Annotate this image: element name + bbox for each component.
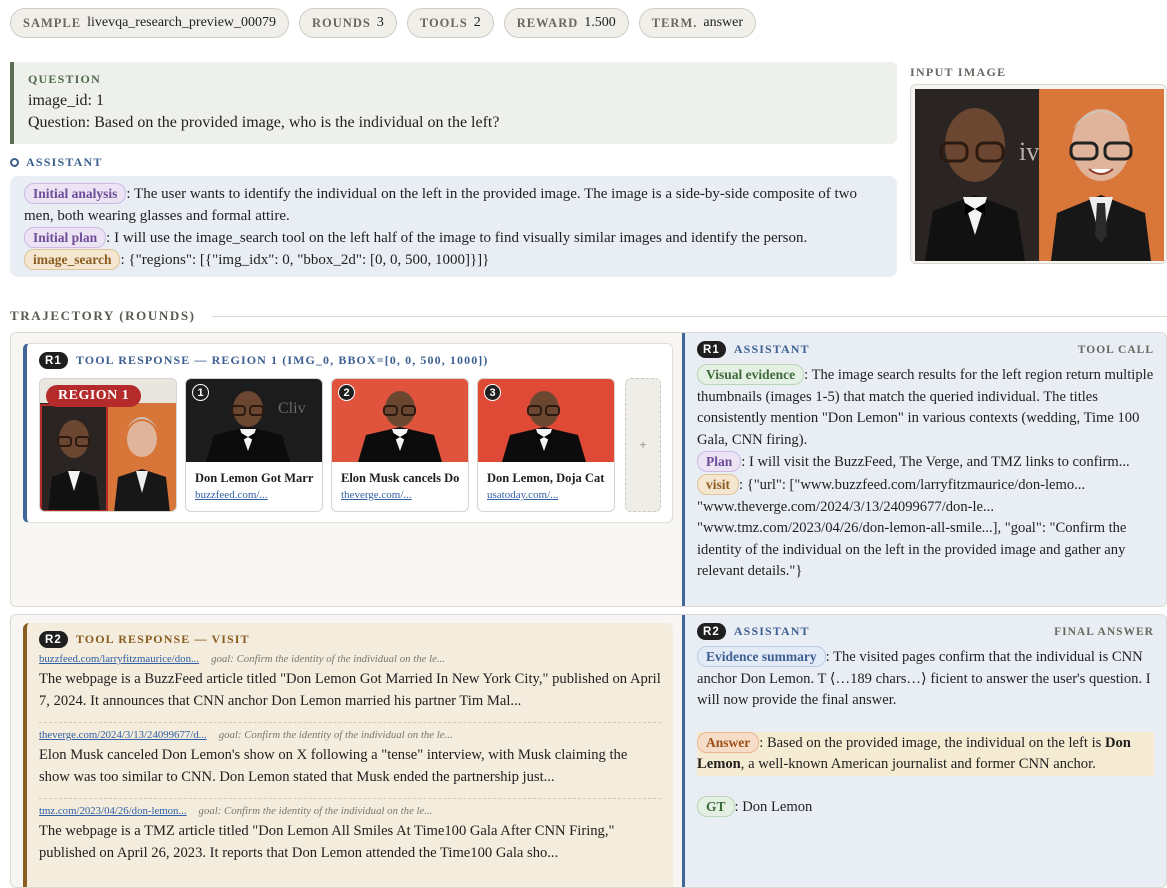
round-2-assistant: R2 ASSISTANT FINAL ANSWER Evidence summa… xyxy=(682,615,1166,887)
assistant-body: Visual evidence: The image search result… xyxy=(697,364,1154,583)
ground-truth-text: : Don Lemon xyxy=(734,798,813,815)
pill-key: TOOLS xyxy=(419,15,468,30)
result-number: 2 xyxy=(338,384,355,401)
search-result-2[interactable]: 2 Elon Musk cancels Do theverge.com/... xyxy=(331,378,469,512)
pill-value: answer xyxy=(703,15,744,30)
evidence-summary-tag: Evidence summary xyxy=(697,646,826,667)
plan-tag: Plan xyxy=(697,451,742,473)
pill-value: 1.500 xyxy=(584,15,616,30)
initial-analysis-tag: Initial analysis xyxy=(24,183,127,204)
visual-evidence-tag: Visual evidence xyxy=(697,364,805,385)
result-number: 3 xyxy=(484,384,501,401)
assistant-body: Evidence summary: The visited pages conf… xyxy=(697,646,1154,819)
assistant-header: R1 ASSISTANT TOOL CALL xyxy=(697,341,1154,358)
round-badge: R2 xyxy=(39,631,68,648)
ground-truth-tag: GT xyxy=(697,795,735,817)
assistant-label: ASSISTANT xyxy=(733,342,810,356)
result-link[interactable]: buzzfeed.com/... xyxy=(195,489,268,501)
pill-value: 3 xyxy=(376,15,384,30)
visit-goal: goal: Confirm the identity of the indivi… xyxy=(198,805,433,818)
result-link[interactable]: usatoday.com/... xyxy=(487,489,558,501)
answer-tag: Answer xyxy=(697,731,760,753)
step-kind-label: TOOL CALL xyxy=(1077,343,1154,356)
pill-value: 2 xyxy=(473,15,481,30)
tool-response-header: R2 TOOL RESPONSE — VISIT xyxy=(39,631,661,648)
search-result-1[interactable]: Cliv 1 Don Lemon Got Marr buzzfeed.com/.… xyxy=(185,378,323,512)
search-result-3[interactable]: 3 Don Lemon, Doja Cat usatoday.com/... xyxy=(477,378,615,512)
initial-plan-text: : I will use the image_search tool on th… xyxy=(106,230,808,246)
more-results-card[interactable]: + xyxy=(625,378,661,512)
termination-pill: TERM. answer xyxy=(638,8,757,38)
visit-result-2: theverge.com/2024/3/13/24099677/d... goal… xyxy=(39,722,661,792)
visit-summary: The webpage is a BuzzFeed article titled… xyxy=(39,671,661,709)
rounds-pill: ROUNDS 3 xyxy=(299,8,397,38)
tool-response-visit: R2 TOOL RESPONSE — VISIT buzzfeed.com/la… xyxy=(23,623,673,887)
tool-response-title: TOOL RESPONSE — REGION 1 (IMG_0, BBOX=[0… xyxy=(75,353,489,367)
result-number: 1 xyxy=(192,384,209,401)
round-badge: R2 xyxy=(697,623,726,640)
reward-pill: REWARD 1.500 xyxy=(503,8,629,38)
visit-link[interactable]: tmz.com/2023/04/26/don-lemon... xyxy=(39,805,187,817)
visit-link[interactable]: buzzfeed.com/larryfitzmaurice/don... xyxy=(39,653,199,665)
sample-pill: SAMPLE livevqa_research_preview_00079 xyxy=(10,8,290,38)
round-1-assistant: R1 ASSISTANT TOOL CALL Visual evidence: … xyxy=(682,333,1166,606)
pill-key: TERM. xyxy=(651,15,698,30)
visit-link[interactable]: theverge.com/2024/3/13/24099677/d... xyxy=(39,729,207,741)
visit-result-3: tmz.com/2023/04/26/don-lemon... goal: Con… xyxy=(39,798,661,868)
tool-response-header: R1 TOOL RESPONSE — REGION 1 (IMG_0, BBOX… xyxy=(39,352,489,369)
initial-analysis-text: : The user wants to identify the individ… xyxy=(24,186,857,224)
result-link[interactable]: theverge.com/... xyxy=(341,489,412,501)
answer-tail: , a well-known American journalist and f… xyxy=(740,756,1096,773)
tool-response-title: TOOL RESPONSE — VISIT xyxy=(75,632,250,646)
result-title: Don Lemon Got Marr xyxy=(195,471,314,485)
plan-text: : I will visit the BuzzFeed, The Verge, … xyxy=(741,454,1130,471)
initial-plan-tag: Initial plan xyxy=(24,227,107,248)
visit-call-text: : {"url": ["www.buzzfeed.com/larryfitzma… xyxy=(697,476,1127,580)
round-1: R1 TOOL RESPONSE — REGION 1 (IMG_0, BBOX… xyxy=(10,332,1167,607)
question-label: QUESTION xyxy=(28,72,101,86)
svg-text:Cliv: Cliv xyxy=(278,400,306,417)
assistant-label: ASSISTANT xyxy=(26,155,103,169)
image-id-line: image_id: 1 xyxy=(28,92,104,109)
answer-text: : Based on the provided image, the indiv… xyxy=(759,734,1105,751)
result-title: Don Lemon, Doja Cat xyxy=(487,471,605,485)
result-title: Elon Musk cancels Do xyxy=(341,471,460,485)
composite-photo-icon: iv xyxy=(915,89,1164,261)
final-answer: Answer: Based on the provided image, the… xyxy=(697,731,1154,776)
image-search-tag: image_search xyxy=(24,249,121,270)
region-1-label: REGION 1 xyxy=(46,385,142,407)
visit-result-1: buzzfeed.com/larryfitzmaurice/don... goal… xyxy=(39,653,661,716)
initial-analysis-block: Initial analysis: The user wants to iden… xyxy=(10,176,897,277)
step-kind-label: FINAL ANSWER xyxy=(1054,625,1154,638)
trajectory-label: TRAJECTORY (ROUNDS) xyxy=(10,308,196,323)
input-image[interactable]: iv xyxy=(910,84,1167,264)
round-badge: R1 xyxy=(39,352,68,369)
tools-pill: TOOLS 2 xyxy=(406,8,494,38)
visit-tag: visit xyxy=(697,473,740,495)
question-text: Question: Based on the provided image, w… xyxy=(28,114,500,131)
visit-goal: goal: Confirm the identity of the indivi… xyxy=(218,729,453,742)
tool-response-region-1: R1 TOOL RESPONSE — REGION 1 (IMG_0, BBOX… xyxy=(23,343,673,523)
pill-key: REWARD xyxy=(516,15,579,30)
question-block: QUESTION image_id: 1 Question: Based on … xyxy=(10,62,897,144)
region-crop-card[interactable]: REGION 1 xyxy=(39,378,177,512)
round-badge: R1 xyxy=(697,341,726,358)
assistant-section-label: ASSISTANT xyxy=(10,155,103,170)
pill-key: ROUNDS xyxy=(312,15,371,30)
circle-icon xyxy=(10,158,19,167)
assistant-header: R2 ASSISTANT FINAL ANSWER xyxy=(697,623,1154,640)
visit-goal: goal: Confirm the identity of the indivi… xyxy=(211,653,445,665)
round-2: R2 TOOL RESPONSE — VISIT buzzfeed.com/la… xyxy=(10,614,1167,888)
svg-text:iv: iv xyxy=(1019,137,1039,166)
pill-key: SAMPLE xyxy=(23,15,82,30)
meta-pills: SAMPLE livevqa_research_preview_00079 ROU… xyxy=(10,8,757,38)
visit-summary: Elon Musk canceled Don Lemon's show on X… xyxy=(39,747,628,785)
visit-summary: The webpage is a TMZ article titled "Don… xyxy=(39,823,615,861)
assistant-label: ASSISTANT xyxy=(733,624,810,638)
input-image-label: INPUT IMAGE xyxy=(910,65,1007,79)
divider xyxy=(212,316,1167,317)
image-search-call-text: : {"regions": [{"img_idx": 0, "bbox_2d":… xyxy=(120,252,490,268)
pill-value: livevqa_research_preview_00079 xyxy=(87,15,277,30)
more-results-icon: + xyxy=(639,437,647,452)
